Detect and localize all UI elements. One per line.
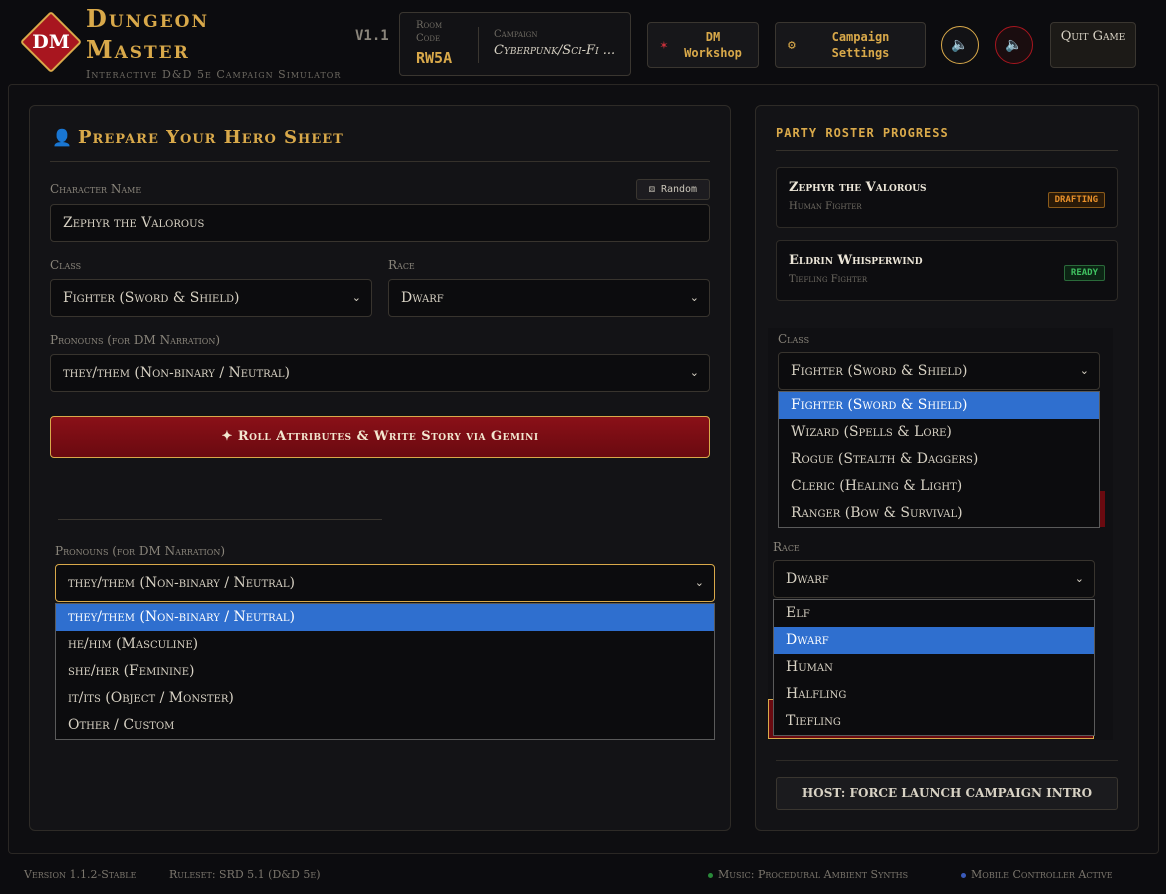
class-dropdown-list: Fighter (Sword & Shield) Wizard (Spells … xyxy=(778,391,1100,528)
user-icon: 👤 xyxy=(52,128,72,147)
class-label: Class xyxy=(50,258,82,272)
divider xyxy=(58,519,382,520)
class-dropdown-select[interactable]: Fighter (Sword & Shield) ⌄ xyxy=(778,352,1100,390)
dropdown-option[interactable]: Dwarf xyxy=(774,627,1094,654)
dropdown-option[interactable]: they/them (Non-binary / Neutral) xyxy=(56,604,714,631)
class-select-value: Fighter (Sword & Shield) xyxy=(63,290,240,306)
pronouns-dropdown-value: they/them (Non-binary / Neutral) xyxy=(68,575,295,591)
dm-workshop-button[interactable]: ✶ DM Workshop xyxy=(647,22,759,68)
sparkle-icon: ✦ xyxy=(221,429,238,444)
chevron-down-icon: ⌄ xyxy=(1079,364,1089,377)
quit-game-button[interactable]: Quit Game xyxy=(1050,22,1136,68)
roll-attributes-label: Roll Attributes & Write Story via Gemini xyxy=(237,429,539,444)
dropdown-option[interactable]: Wizard (Spells & Lore) xyxy=(779,419,1099,446)
dropdown-option[interactable]: Other / Custom xyxy=(56,712,714,739)
campaign-value: Cyberpunk/Sci-Fi ... xyxy=(494,43,616,58)
character-name-label: Character Name xyxy=(50,182,142,196)
app-subtitle: Interactive D&D 5e Campaign Simulator xyxy=(86,68,342,81)
pronouns-select-value: they/them (Non-binary / Neutral) xyxy=(63,365,290,381)
campaign-label: Campaign xyxy=(494,29,538,40)
logo-text: DM xyxy=(32,31,70,53)
footer-music-status: Music: Procedural Ambient Synths xyxy=(708,868,908,881)
divider xyxy=(776,150,1118,151)
room-code: RW5A xyxy=(416,49,453,67)
room-code-label: Room Code xyxy=(416,20,443,44)
roster-card[interactable]: Zephyr the Valorous Human Fighter DRAFTI… xyxy=(776,167,1118,228)
campaign-settings-label: Campaign Settings xyxy=(831,30,890,60)
random-label: Random xyxy=(660,184,698,195)
speaker-icon: 🔈 xyxy=(951,37,969,53)
roster-card-name: Zephyr the Valorous xyxy=(789,180,927,195)
pronouns-dropdown-list: they/them (Non-binary / Neutral) he/him … xyxy=(55,603,715,740)
room-divider xyxy=(478,27,479,63)
version-label: V1.1 xyxy=(355,28,389,44)
app-title-line2: Master xyxy=(86,35,190,64)
pronouns-select[interactable]: they/them (Non-binary / Neutral) ⌄ xyxy=(50,354,710,392)
footer-mobile-label: Mobile Controller Active xyxy=(971,868,1113,881)
dropdown-option[interactable]: Elf xyxy=(774,600,1094,627)
divider xyxy=(50,161,710,162)
race-dropdown-value: Dwarf xyxy=(786,571,829,587)
sound-toggle-button[interactable]: 🔈 xyxy=(941,26,979,64)
race-select[interactable]: Dwarf ⌄ xyxy=(388,279,710,317)
roster-title: PARTY ROSTER PROGRESS xyxy=(776,126,949,140)
dm-workshop-label: DM Workshop xyxy=(684,30,742,60)
dropdown-option[interactable]: she/her (Feminine) xyxy=(56,658,714,685)
roster-card-subtitle: Human Fighter xyxy=(789,201,862,212)
voice-toggle-button[interactable]: 🔈 xyxy=(995,26,1033,64)
chevron-down-icon: ⌄ xyxy=(351,291,361,304)
race-dropdown-label: Race xyxy=(773,540,800,554)
class-select[interactable]: Fighter (Sword & Shield) ⌄ xyxy=(50,279,372,317)
chevron-down-icon: ⌄ xyxy=(689,366,699,379)
roster-card-subtitle: Tiefling Fighter xyxy=(789,274,868,285)
status-dot xyxy=(961,872,966,878)
roster-card[interactable]: Eldrin Whisperwind Tiefling Fighter READ… xyxy=(776,240,1118,301)
dropdown-option[interactable]: Human xyxy=(774,654,1094,681)
speaker-icon: 🔈 xyxy=(1005,37,1023,53)
footer-version: Version 1.1.2-Stable xyxy=(24,868,137,881)
random-name-button[interactable]: ⚄ Random xyxy=(636,179,710,200)
dropdown-option[interactable]: Cleric (Healing & Light) xyxy=(779,473,1099,500)
footer-mobile-status: Mobile Controller Active xyxy=(961,868,1113,881)
chevron-down-icon: ⌄ xyxy=(689,291,699,304)
race-label: Race xyxy=(388,258,415,272)
dropdown-option[interactable]: Halfling xyxy=(774,681,1094,708)
race-select-value: Dwarf xyxy=(401,290,444,306)
gear-icon: ⚙ xyxy=(788,38,796,53)
pronouns-dropdown-select[interactable]: they/them (Non-binary / Neutral) ⌄ xyxy=(55,564,715,602)
dropdown-option[interactable]: it/its (Object / Monster) xyxy=(56,685,714,712)
footer-ruleset: Ruleset: SRD 5.1 (D&D 5e) xyxy=(169,868,321,881)
sparkle-icon: ✶ xyxy=(660,38,668,53)
dropdown-option[interactable]: he/him (Masculine) xyxy=(56,631,714,658)
dropdown-option[interactable]: Fighter (Sword & Shield) xyxy=(779,392,1099,419)
campaign-settings-button[interactable]: ⚙ Campaign Settings xyxy=(775,22,926,68)
chevron-down-icon: ⌄ xyxy=(694,576,704,589)
dice-icon: ⚄ xyxy=(648,184,661,195)
character-name-input[interactable]: Zephyr the Valorous xyxy=(50,204,710,242)
race-dropdown-list: Elf Dwarf Human Halfling Tiefling xyxy=(773,599,1095,736)
pronouns-label: Pronouns (for DM Narration) xyxy=(50,333,221,347)
app-title-line1: Dungeon xyxy=(86,4,209,33)
class-dropdown-label: Class xyxy=(778,332,810,346)
room-info-box: Room Code RW5A Campaign Cyberpunk/Sci-Fi… xyxy=(399,12,631,76)
chevron-down-icon: ⌄ xyxy=(1074,572,1084,585)
hero-sheet-title: Prepare Your Hero Sheet xyxy=(78,127,344,148)
dropdown-option[interactable]: Tiefling xyxy=(774,708,1094,735)
status-badge: READY xyxy=(1063,265,1105,281)
status-dot xyxy=(708,872,713,878)
host-launch-button[interactable]: HOST: FORCE LAUNCH CAMPAIGN INTRO xyxy=(776,777,1118,810)
roster-card-name: Eldrin Whisperwind xyxy=(789,253,923,268)
dropdown-option[interactable]: Rogue (Stealth & Daggers) xyxy=(779,446,1099,473)
footer-music-label: Music: Procedural Ambient Synths xyxy=(718,868,909,881)
dropdown-option[interactable]: Ranger (Bow & Survival) xyxy=(779,500,1099,527)
class-dropdown-value: Fighter (Sword & Shield) xyxy=(791,363,968,379)
divider xyxy=(776,760,1118,761)
pronouns-dropdown-label: Pronouns (for DM Narration) xyxy=(55,544,226,558)
status-badge: DRAFTING xyxy=(1047,192,1105,208)
roll-attributes-button[interactable]: ✦ Roll Attributes & Write Story via Gemi… xyxy=(50,416,710,458)
race-dropdown-select[interactable]: Dwarf ⌄ xyxy=(773,560,1095,598)
